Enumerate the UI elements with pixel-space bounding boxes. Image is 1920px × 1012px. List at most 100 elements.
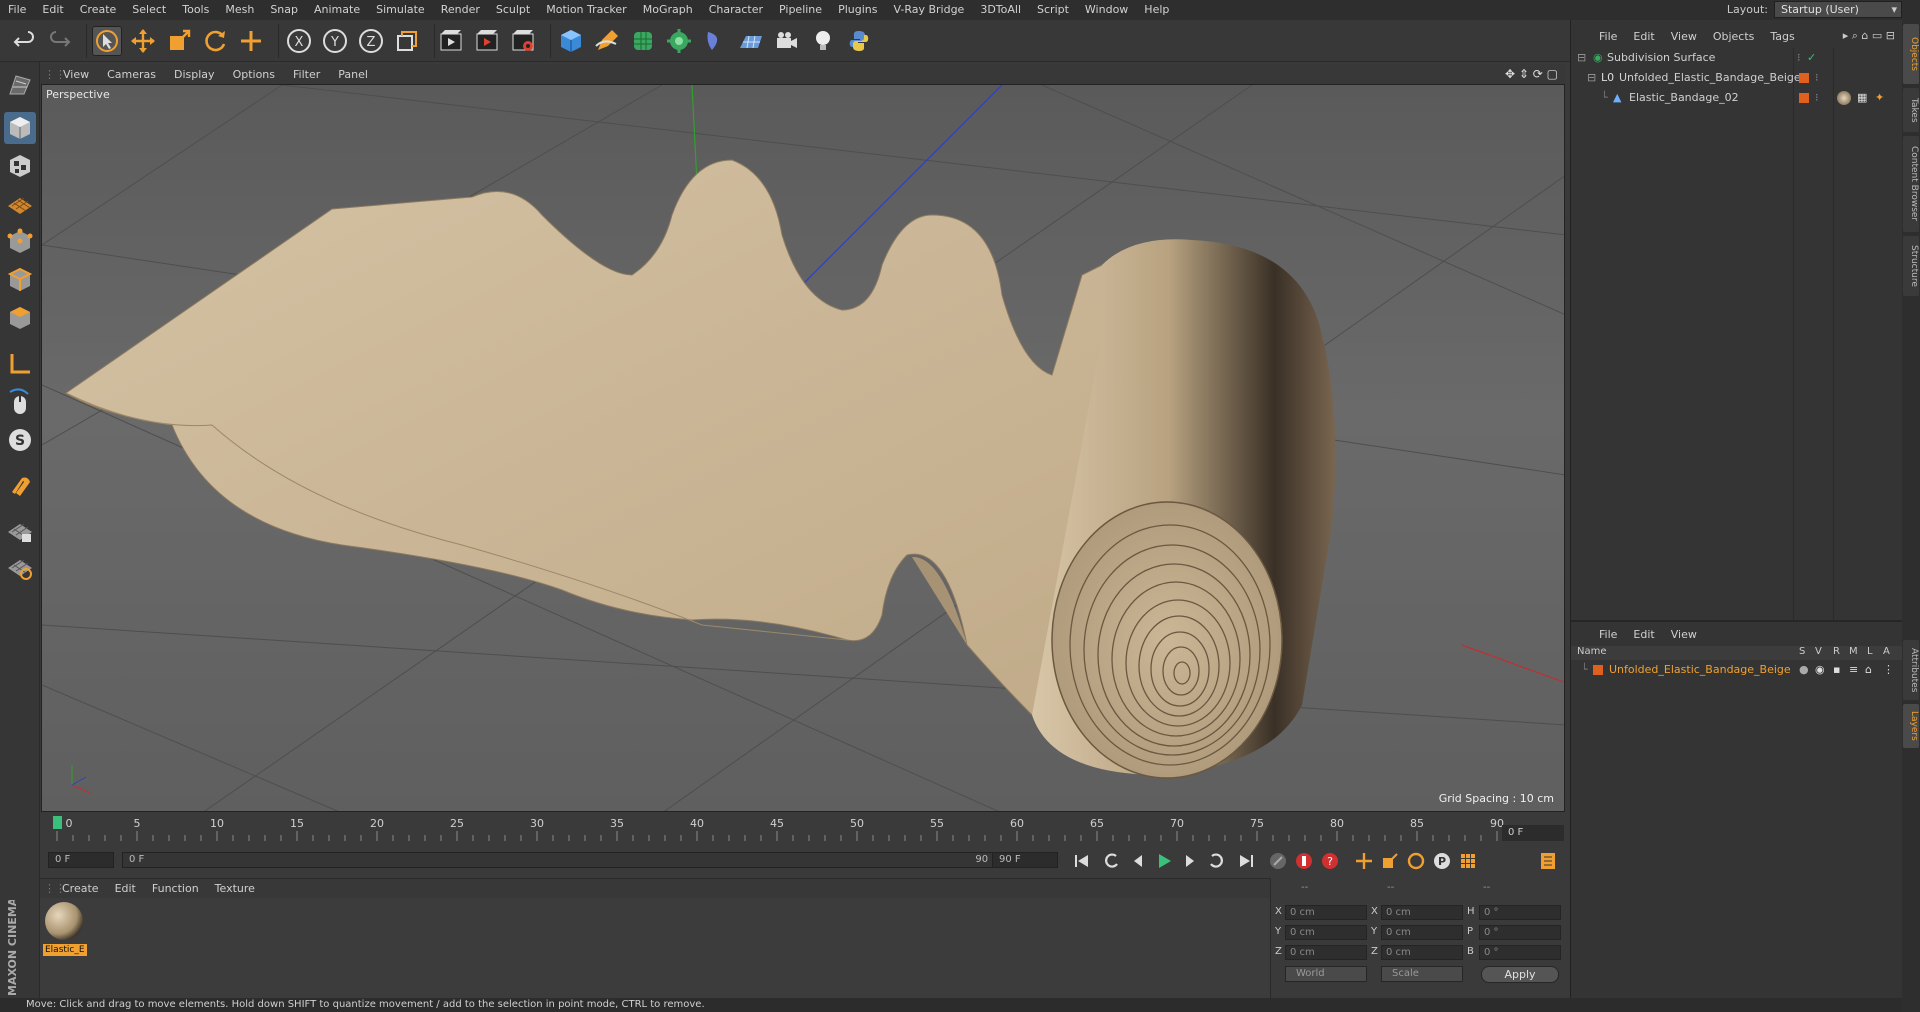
camera-icon[interactable] xyxy=(772,26,802,56)
snap-icon[interactable]: S xyxy=(4,424,36,456)
uvw-tag-icon[interactable]: ▦ xyxy=(1857,90,1867,106)
coordinate-mode-dropdown[interactable]: World xyxy=(1285,966,1367,982)
menu-motion-tracker[interactable]: Motion Tracker xyxy=(538,0,634,20)
python-icon[interactable] xyxy=(844,26,874,56)
material-menu-function[interactable]: Function xyxy=(144,882,207,895)
viewport-menu-filter[interactable]: Filter xyxy=(284,68,329,81)
tab-structure[interactable]: Structure xyxy=(1903,236,1919,296)
menu-animate[interactable]: Animate xyxy=(306,0,368,20)
go-to-start-icon[interactable] xyxy=(1070,850,1094,872)
material-menu-texture[interactable]: Texture xyxy=(207,882,263,895)
pos-y-field[interactable]: 0 cm xyxy=(1285,925,1367,940)
menu-file[interactable]: File xyxy=(0,0,34,20)
rot-h-field[interactable]: 0 ° xyxy=(1479,905,1561,920)
layer-name[interactable]: Unfolded_Elastic_Bandage_Beige xyxy=(1609,662,1791,678)
menu-sculpt[interactable]: Sculpt xyxy=(488,0,538,20)
menu-vray-bridge[interactable]: V-Ray Bridge xyxy=(885,0,972,20)
key-pla-icon[interactable] xyxy=(1456,850,1480,872)
layer-manager-icon[interactable]: ≡ xyxy=(1849,662,1858,678)
autokeying-icon[interactable]: ? xyxy=(1318,850,1342,872)
rot-p-field[interactable]: 0 ° xyxy=(1479,925,1561,940)
cloner-icon[interactable] xyxy=(664,26,694,56)
scale-icon[interactable] xyxy=(164,26,194,56)
tab-content-browser[interactable]: Content Browser xyxy=(1903,136,1919,232)
rotate-icon[interactable] xyxy=(200,26,230,56)
menu-mograph[interactable]: MoGraph xyxy=(635,0,701,20)
object-row-elastic-bandage-02[interactable]: └ ▲ Elastic_Bandage_02 ⁝ ▦ ✦ xyxy=(1571,90,1903,106)
previous-frame-icon[interactable] xyxy=(1126,850,1150,872)
key-scale-icon[interactable] xyxy=(1378,850,1402,872)
pos-x-field[interactable]: 0 cm xyxy=(1285,905,1367,920)
viewport-menu-view[interactable]: View xyxy=(54,68,98,81)
tab-takes[interactable]: Takes xyxy=(1903,88,1919,132)
menu-snap[interactable]: Snap xyxy=(262,0,306,20)
redo-icon[interactable] xyxy=(44,26,74,56)
layer-color-swatch[interactable] xyxy=(1799,93,1809,103)
cube-icon[interactable] xyxy=(556,26,586,56)
tab-objects[interactable]: Objects xyxy=(1903,24,1919,84)
polygons-mode-icon[interactable] xyxy=(4,302,36,334)
timeline[interactable]: 0 5 10 15 20 25 30 35 40 45 50 55 60 65 70 75 80 85 90 0 F xyxy=(40,815,1566,847)
object-menu-objects[interactable]: Objects xyxy=(1705,30,1763,43)
tweak-mode-icon[interactable] xyxy=(4,386,36,418)
menu-window[interactable]: Window xyxy=(1077,0,1136,20)
render-view-icon[interactable] xyxy=(436,26,466,56)
visibility-dots-icon[interactable]: ⁝ xyxy=(1815,70,1819,86)
next-frame-icon[interactable] xyxy=(1178,850,1202,872)
viewport-menu-cameras[interactable]: Cameras xyxy=(98,68,165,81)
material-menu-create[interactable]: Create xyxy=(54,882,107,895)
menu-select[interactable]: Select xyxy=(124,0,174,20)
last-tool-icon[interactable] xyxy=(236,26,266,56)
menu-render[interactable]: Render xyxy=(433,0,488,20)
menu-character[interactable]: Character xyxy=(701,0,771,20)
key-position-icon[interactable] xyxy=(1352,850,1376,872)
current-frame-field[interactable]: 0 F xyxy=(1502,825,1564,841)
menu-pipeline[interactable]: Pipeline xyxy=(771,0,830,20)
layer-row[interactable]: └ Unfolded_Elastic_Bandage_Beige ● ◉ ▪ ≡… xyxy=(1571,662,1903,678)
layer-animation-icon[interactable]: ⋮ xyxy=(1883,662,1894,678)
lock-workplane-icon[interactable] xyxy=(4,516,36,548)
layer-lock-icon[interactable]: ⌂ xyxy=(1865,662,1872,678)
object-manager-tool-icons[interactable]: ▸ ⌕ ⌂ ▭ ⊟ xyxy=(1843,29,1903,43)
coordinate-system-icon[interactable] xyxy=(392,26,422,56)
subdivision-icon[interactable] xyxy=(628,26,658,56)
key-parameter-icon[interactable]: P xyxy=(1430,850,1454,872)
size-z-field[interactable]: 0 cm xyxy=(1381,945,1463,960)
pos-z-field[interactable]: 0 cm xyxy=(1285,945,1367,960)
size-x-field[interactable]: 0 cm xyxy=(1381,905,1463,920)
light-icon[interactable] xyxy=(808,26,838,56)
object-row-subdivision-surface[interactable]: ⊟ ◉ Subdivision Surface ⁝ ✓ xyxy=(1571,50,1903,66)
menu-mesh[interactable]: Mesh xyxy=(217,0,262,20)
y-axis-icon[interactable]: Y xyxy=(320,26,350,56)
layer-solo-toggle[interactable]: ● xyxy=(1799,662,1809,678)
go-to-end-icon[interactable] xyxy=(1234,850,1258,872)
object-menu-edit[interactable]: Edit xyxy=(1625,30,1662,43)
play-icon[interactable] xyxy=(1152,850,1176,872)
playhead-marker[interactable] xyxy=(53,816,62,829)
layer-menu-view[interactable]: View xyxy=(1663,628,1705,641)
workplane-mode-icon[interactable] xyxy=(4,188,36,220)
menu-plugins[interactable]: Plugins xyxy=(830,0,885,20)
size-y-field[interactable]: 0 cm xyxy=(1381,925,1463,940)
points-mode-icon[interactable] xyxy=(4,226,36,258)
object-menu-view[interactable]: View xyxy=(1663,30,1705,43)
z-axis-icon[interactable]: Z xyxy=(356,26,386,56)
menu-help[interactable]: Help xyxy=(1136,0,1177,20)
layer-render-icon[interactable]: ▪ xyxy=(1833,662,1840,678)
layer-color-swatch[interactable] xyxy=(1593,665,1603,675)
tab-layers[interactable]: Layers xyxy=(1903,704,1919,748)
tab-attributes[interactable]: Attributes xyxy=(1903,640,1919,700)
pen-icon[interactable] xyxy=(592,26,622,56)
layer-menu-edit[interactable]: Edit xyxy=(1625,628,1662,641)
material-menu-edit[interactable]: Edit xyxy=(107,882,144,895)
bandage-sheet[interactable] xyxy=(65,159,1173,716)
axis-mode-icon[interactable] xyxy=(4,348,36,380)
texture-mode-icon[interactable] xyxy=(4,150,36,182)
menu-3dtoall[interactable]: 3DToAll xyxy=(972,0,1029,20)
motion-record-icon[interactable] xyxy=(1266,850,1290,872)
edges-mode-icon[interactable] xyxy=(4,264,36,296)
viewport-menu-options[interactable]: Options xyxy=(224,68,284,81)
viewport-menu-panel[interactable]: Panel xyxy=(329,68,377,81)
undo-icon[interactable] xyxy=(10,26,40,56)
layer-color-swatch[interactable] xyxy=(1799,73,1809,83)
